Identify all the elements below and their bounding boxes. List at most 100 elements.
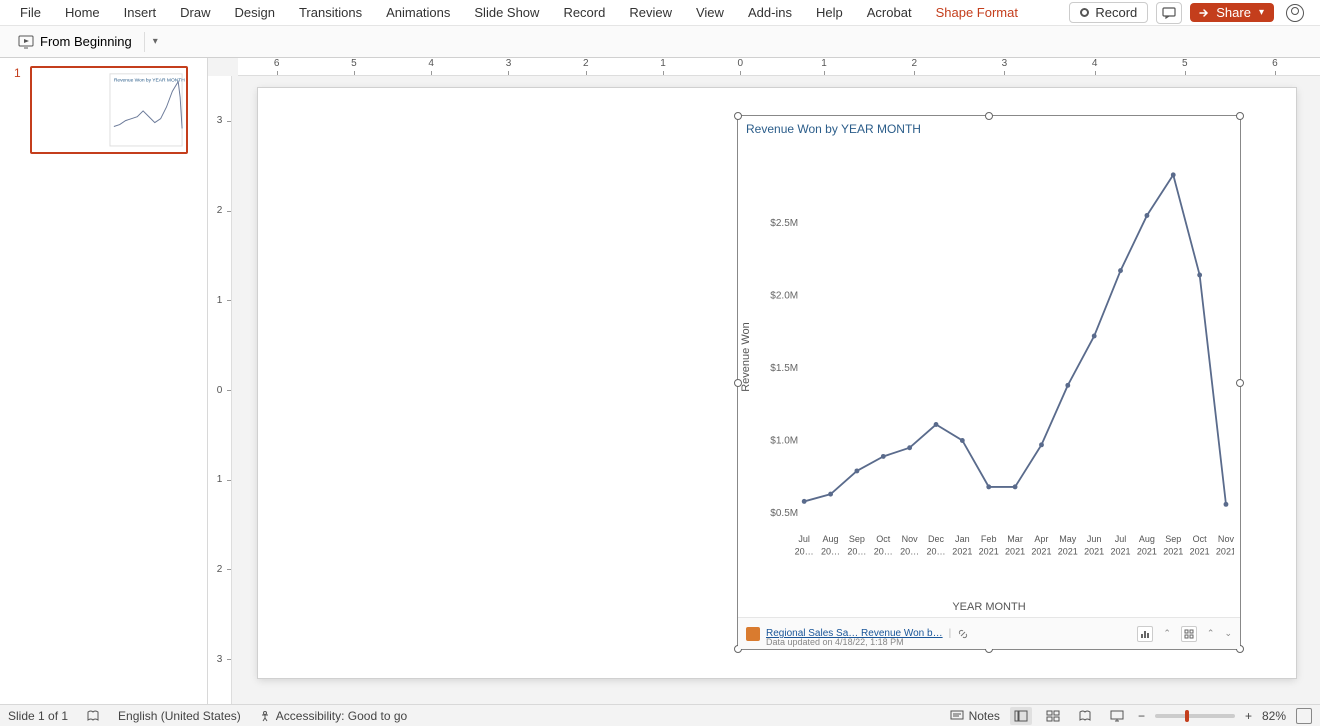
book-icon [86, 709, 100, 723]
link-icon [957, 628, 969, 640]
svg-text:Jul: Jul [1115, 534, 1127, 544]
slide-canvas[interactable]: Revenue Won by YEAR MONTH Revenue Won $2… [258, 88, 1296, 678]
svg-text:2021: 2021 [1216, 546, 1234, 556]
svg-text:Nov: Nov [902, 534, 918, 544]
zoom-out-button[interactable]: − [1138, 709, 1145, 723]
tab-design[interactable]: Design [223, 0, 287, 26]
chart-type-button[interactable] [1137, 626, 1153, 642]
user-account-icon[interactable] [1286, 4, 1304, 22]
share-button[interactable]: Share ▾ [1190, 3, 1274, 22]
chevron-up-icon[interactable]: ⌃ [1163, 628, 1171, 639]
record-dot-icon [1080, 8, 1089, 17]
notes-button[interactable]: Notes [950, 709, 1000, 723]
tab-draw[interactable]: Draw [168, 0, 222, 26]
thumbnail-panel: 1 Revenue Won by YEAR MONTH [0, 58, 208, 704]
tab-view[interactable]: View [684, 0, 736, 26]
thumbnail-wrap: 1 Revenue Won by YEAR MONTH [14, 66, 193, 154]
chevron-down-icon: ▾ [1259, 7, 1264, 18]
zoom-level[interactable]: 82% [1262, 709, 1286, 723]
slide-outer: Revenue Won by YEAR MONTH Revenue Won $2… [258, 88, 1296, 694]
tab-home[interactable]: Home [53, 0, 112, 26]
svg-text:2021: 2021 [1163, 546, 1183, 556]
screen-play-icon [18, 35, 34, 49]
slideshow-view-button[interactable] [1106, 707, 1128, 725]
tab-acrobat[interactable]: Acrobat [855, 0, 924, 26]
chart-title: Revenue Won by YEAR MONTH [738, 116, 1240, 138]
toolbar-divider [144, 32, 145, 52]
svg-text:Feb: Feb [981, 534, 997, 544]
chart-container: Revenue Won by YEAR MONTH Revenue Won $2… [738, 116, 1240, 649]
status-right: Notes − + 82% [950, 707, 1312, 725]
toolbar-dropdown[interactable]: ▾ [153, 36, 158, 47]
tab-record[interactable]: Record [551, 0, 617, 26]
tab-transitions[interactable]: Transitions [287, 0, 374, 26]
svg-text:2021: 2021 [1005, 546, 1025, 556]
tab-animations[interactable]: Animations [374, 0, 462, 26]
svg-text:Sep: Sep [849, 534, 865, 544]
svg-text:2021: 2021 [1137, 546, 1157, 556]
svg-text:Aug: Aug [823, 534, 839, 544]
svg-text:Sep: Sep [1165, 534, 1181, 544]
share-label: Share [1216, 5, 1251, 20]
comments-button[interactable] [1156, 2, 1182, 24]
fit-to-window-button[interactable] [1296, 708, 1312, 724]
from-beginning-label: From Beginning [40, 34, 132, 49]
slide-indicator[interactable]: Slide 1 of 1 [8, 709, 68, 723]
x-axis-label: YEAR MONTH [738, 601, 1240, 613]
source-bar-right: ⌃ ⌃ ⌄ [1137, 626, 1232, 642]
record-button[interactable]: Record [1069, 2, 1148, 23]
tab-shape-format[interactable]: Shape Format [924, 0, 1030, 26]
zoom-in-button[interactable]: + [1245, 709, 1252, 723]
sorter-view-button[interactable] [1042, 707, 1064, 725]
svg-text:Nov: Nov [1218, 534, 1234, 544]
svg-text:$1.5M: $1.5M [770, 363, 798, 374]
powerbi-source-icon [746, 627, 760, 641]
svg-text:Dec: Dec [928, 534, 944, 544]
zoom-slider[interactable] [1155, 714, 1235, 718]
tab-slide-show[interactable]: Slide Show [462, 0, 551, 26]
svg-text:20…: 20… [874, 546, 893, 556]
svg-text:2021: 2021 [979, 546, 999, 556]
svg-text:$1.0M: $1.0M [770, 435, 798, 446]
chart-object-selected[interactable]: Revenue Won by YEAR MONTH Revenue Won $2… [738, 116, 1240, 649]
svg-text:$2.0M: $2.0M [770, 290, 798, 301]
normal-view-button[interactable] [1010, 707, 1032, 725]
ribbon-tabs: FileHomeInsertDrawDesignTransitionsAnima… [0, 0, 1320, 26]
comment-icon [1162, 7, 1176, 19]
svg-text:Apr: Apr [1034, 534, 1048, 544]
language-indicator[interactable]: English (United States) [118, 709, 241, 723]
tab-insert[interactable]: Insert [112, 0, 169, 26]
notes-icon [950, 710, 964, 722]
chevron-down-icon[interactable]: ⌄ [1224, 628, 1232, 639]
record-label: Record [1095, 5, 1137, 20]
zoom-slider-thumb[interactable] [1185, 710, 1189, 722]
status-bar: Slide 1 of 1 English (United States) Acc… [0, 704, 1320, 726]
data-updated-label: Data updated on 4/18/22, 1:18 PM [766, 637, 904, 647]
main-area: 1 Revenue Won by YEAR MONTH 654321012345… [0, 58, 1320, 704]
chevron-up-icon-2[interactable]: ⌃ [1207, 628, 1215, 639]
share-icon [1198, 7, 1210, 19]
spellcheck-indicator[interactable] [86, 709, 100, 723]
chart-plot: Revenue Won $2.5M$2.0M$1.5M$1.0M$0.5MJul… [762, 144, 1234, 569]
from-beginning-button[interactable]: From Beginning [10, 31, 140, 52]
svg-text:Jun: Jun [1087, 534, 1102, 544]
slide-thumbnail-1[interactable]: Revenue Won by YEAR MONTH [30, 66, 188, 154]
toolbar: From Beginning ▾ [0, 26, 1320, 58]
svg-text:May: May [1059, 534, 1076, 544]
filter-button[interactable] [1181, 626, 1197, 642]
svg-text:Jan: Jan [955, 534, 970, 544]
tab-help[interactable]: Help [804, 0, 855, 26]
accessibility-indicator[interactable]: Accessibility: Good to go [259, 709, 407, 723]
tab-file[interactable]: File [8, 0, 53, 26]
svg-text:2021: 2021 [1110, 546, 1130, 556]
work-area: 6543210123456 3210123 Revenue Won by YEA… [208, 58, 1320, 704]
svg-text:$0.5M: $0.5M [770, 508, 798, 519]
svg-text:Mar: Mar [1007, 534, 1023, 544]
svg-text:20…: 20… [900, 546, 919, 556]
tab-review[interactable]: Review [617, 0, 684, 26]
reading-view-button[interactable] [1074, 707, 1096, 725]
svg-text:Revenue Won by YEAR MONTH: Revenue Won by YEAR MONTH [114, 78, 185, 84]
tab-add-ins[interactable]: Add-ins [736, 0, 804, 26]
y-axis-label: Revenue Won [740, 322, 752, 392]
horizontal-ruler: 6543210123456 [238, 58, 1320, 76]
